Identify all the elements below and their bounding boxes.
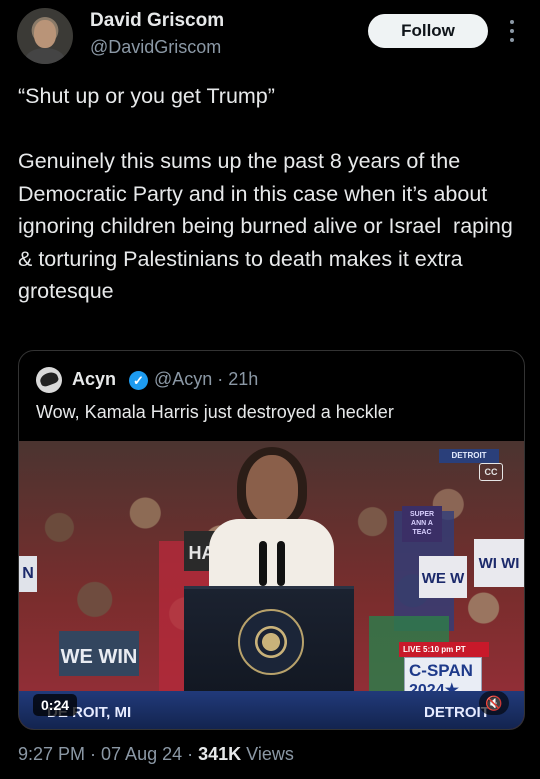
quoted-author-avatar[interactable] bbox=[36, 367, 62, 393]
tweet-time-date[interactable]: 9:27 PM · 07 Aug 24 · bbox=[18, 744, 198, 764]
author-handle[interactable]: @DavidGriscom bbox=[90, 37, 221, 58]
avatar-face-shape bbox=[34, 20, 56, 48]
microphone-left bbox=[259, 541, 267, 586]
quoted-tweet-text: Wow, Kamala Harris just destroyed a heck… bbox=[36, 402, 394, 422]
author-avatar[interactable] bbox=[17, 8, 73, 64]
video-duration: 0:24 bbox=[33, 694, 78, 716]
cspan-line1: C-SPAN bbox=[409, 661, 473, 680]
speaker-face bbox=[246, 455, 298, 523]
microphone-right bbox=[277, 541, 285, 586]
detroit-top-label: DETROIT bbox=[439, 449, 499, 463]
live-badge: LIVE 5:10 pm PT bbox=[399, 642, 489, 657]
views-count: 341K bbox=[198, 744, 242, 764]
quoted-author-handle-time[interactable]: @Acyn · 21h bbox=[154, 369, 258, 390]
quoted-author-name[interactable]: Acyn bbox=[72, 369, 116, 390]
sign-we-w: WE W bbox=[419, 556, 467, 598]
more-options-icon[interactable] bbox=[505, 20, 519, 42]
tweet-header: David Griscom @DavidGriscom Follow bbox=[0, 0, 540, 70]
mute-icon[interactable]: 🔇 bbox=[479, 691, 509, 715]
author-name[interactable]: David Griscom bbox=[90, 10, 224, 32]
tweet-meta: 9:27 PM · 07 Aug 24 · 341K Views bbox=[18, 744, 294, 765]
views-label: Views bbox=[241, 744, 294, 764]
verified-badge-icon: ✓ bbox=[129, 371, 148, 390]
quoted-tweet-card[interactable]: Acyn ✓ @Acyn · 21h Wow, Kamala Harris ju… bbox=[18, 350, 525, 730]
presidential-seal bbox=[238, 609, 304, 675]
avatar-body-shape bbox=[25, 48, 65, 64]
sign-we-win: WE WIN bbox=[59, 631, 139, 676]
sign-super: SUPER ANN A TEAC bbox=[402, 506, 442, 542]
sign-n: N bbox=[19, 556, 37, 592]
follow-button[interactable]: Follow bbox=[368, 14, 488, 48]
sign-wi-wi: WI WI bbox=[474, 539, 524, 587]
tweet-text: “Shut up or you get Trump” Genuinely thi… bbox=[18, 84, 513, 303]
closed-captions-icon[interactable]: CC bbox=[479, 463, 503, 481]
video-player[interactable]: N WE WIN HA SUPER ANN A TEAC WE W WI WI … bbox=[19, 441, 524, 729]
